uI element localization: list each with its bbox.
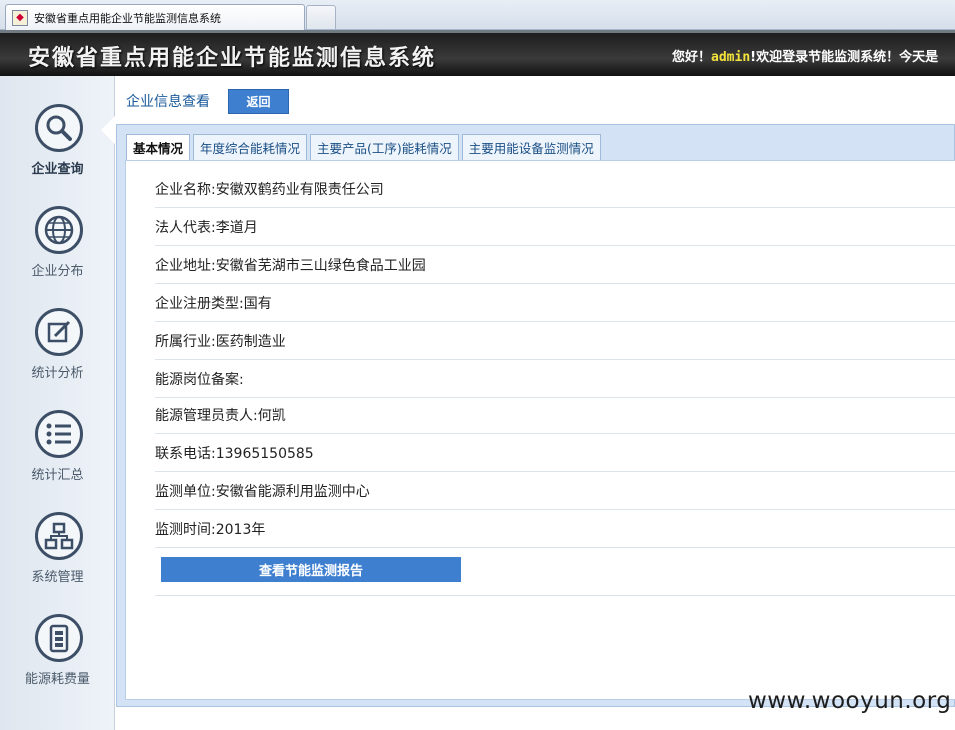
- app-header: 安徽省重点用能企业节能监测信息系统 您好！admin!欢迎登录节能监测系统！今天…: [0, 30, 955, 76]
- nav-label: 系统管理: [31, 570, 84, 585]
- info-body: 企业名称:安徽双鹤药业有限责任公司 法人代表:李道月 企业地址:安徽省芜湖市三山…: [125, 160, 955, 700]
- nav-label: 统计分析: [31, 366, 84, 381]
- left-nav: 企业查询 企业分布 统计分析 统计汇总 系统管理 能源耗费量: [0, 76, 115, 730]
- nav-item-system-management[interactable]: 系统管理: [0, 512, 115, 612]
- greeting-suffix: !欢迎登录节能监测系统！今天是: [750, 50, 939, 65]
- tab-equipment-monitoring[interactable]: 主要用能设备监测情况: [461, 134, 601, 160]
- favicon-icon: ◆: [12, 9, 28, 26]
- field-registration-type: 企业注册类型:国有: [155, 284, 955, 322]
- nav-item-company-query[interactable]: 企业查询: [0, 104, 115, 204]
- breadcrumb[interactable]: 企业信息查看: [126, 91, 210, 111]
- nav-label: 企业分布: [31, 264, 84, 279]
- battery-icon: [35, 614, 83, 662]
- nav-label: 能源耗费量: [24, 672, 90, 687]
- browser-tab-title: 安徽省重点用能企业节能监测信息系统: [34, 11, 221, 25]
- app-title: 安徽省重点用能企业节能监测信息系统: [28, 46, 437, 71]
- username: admin: [711, 50, 751, 65]
- field-company-name: 企业名称:安徽双鹤药业有限责任公司: [155, 170, 955, 208]
- nav-item-statistical-summary[interactable]: 统计汇总: [0, 410, 115, 510]
- nav-item-statistical-analysis[interactable]: 统计分析: [0, 308, 115, 408]
- org-chart-icon: [35, 512, 83, 560]
- nav-item-energy-consumption[interactable]: 能源耗费量: [0, 614, 115, 714]
- field-phone: 联系电话:13965150585: [155, 434, 955, 472]
- watermark: www.wooyun.org: [748, 688, 952, 714]
- view-report-button[interactable]: 查看节能监测报告: [161, 557, 461, 582]
- field-legal-rep: 法人代表:李道月: [155, 208, 955, 246]
- new-tab-button[interactable]: [306, 5, 336, 29]
- browser-tab[interactable]: ◆ 安徽省重点用能企业节能监测信息系统: [5, 4, 305, 30]
- globe-icon: [35, 206, 83, 254]
- tab-bar: 基本情况 年度综合能耗情况 主要产品(工序)能耗情况 主要用能设备监测情况: [126, 134, 604, 160]
- field-energy-post: 能源岗位备案:: [155, 360, 955, 398]
- active-pointer: [101, 116, 115, 144]
- field-monitoring-unit: 监测单位:安徽省能源利用监测中心: [155, 472, 955, 510]
- greeting: 您好！admin!欢迎登录节能监测系统！今天是: [672, 46, 938, 65]
- search-icon: [35, 104, 83, 152]
- greeting-prefix: 您好！: [672, 50, 712, 65]
- nav-label: 统计汇总: [31, 468, 84, 483]
- edit-icon: [35, 308, 83, 356]
- nav-item-company-distribution[interactable]: 企业分布: [0, 206, 115, 306]
- nav-label: 企业查询: [31, 162, 84, 177]
- tab-basic-info[interactable]: 基本情况: [126, 134, 191, 160]
- tab-annual-energy[interactable]: 年度综合能耗情况: [193, 134, 308, 160]
- back-button[interactable]: 返回: [228, 89, 289, 114]
- list-icon: [35, 410, 83, 458]
- field-address: 企业地址:安徽省芜湖市三山绿色食品工业园: [155, 246, 955, 284]
- browser-tabstrip: ◆ 安徽省重点用能企业节能监测信息系统: [0, 0, 955, 30]
- divider: [155, 595, 955, 596]
- content-panel: 基本情况 年度综合能耗情况 主要产品(工序)能耗情况 主要用能设备监测情况 企业…: [116, 124, 955, 707]
- field-industry: 所属行业:医药制造业: [155, 322, 955, 360]
- tab-product-energy[interactable]: 主要产品(工序)能耗情况: [310, 134, 459, 160]
- field-monitoring-time: 监测时间:2013年: [155, 510, 955, 548]
- field-energy-manager: 能源管理员责人:何凯: [155, 396, 955, 434]
